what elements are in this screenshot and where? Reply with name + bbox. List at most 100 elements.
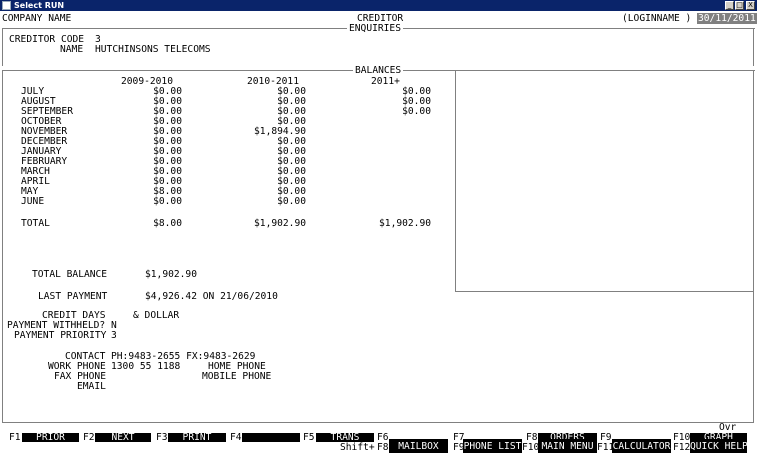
trans-button[interactable]: TRANS (316, 433, 374, 442)
month-label: NOVEMBER (21, 126, 68, 137)
balance-value-2010: $0.00 (277, 156, 306, 167)
main-menu-button[interactable]: MAIN MENU (538, 439, 597, 453)
window-titlebar: Select RUN _ □ X (0, 0, 757, 11)
shift-modifier-label: Shift+ (340, 442, 375, 453)
shift-f10-key: F10 (522, 442, 540, 453)
screen-title: CREDITOR (357, 13, 404, 24)
balance-value-2010: $0.00 (277, 106, 306, 117)
balance-value-2011: $0.00 (402, 86, 431, 97)
shift-f8-key: F8 (377, 442, 389, 453)
f1-key: F1 (9, 432, 21, 443)
balance-value-2010: $0.00 (277, 176, 306, 187)
balance-value-2009: $0.00 (153, 126, 182, 137)
month-label: JULY (21, 86, 45, 97)
calculator-button[interactable]: CALCULATOR (612, 439, 671, 453)
close-button[interactable]: X (746, 1, 755, 10)
f9-key: F9 (600, 432, 612, 443)
divider (2, 28, 3, 66)
balance-value-2009: $0.00 (153, 106, 182, 117)
month-label: MARCH (21, 166, 50, 177)
total-2009: $8.00 (153, 218, 182, 229)
login-name: (LOGINNAME ) (622, 13, 692, 24)
balance-value-2009: $0.00 (153, 166, 182, 177)
date-box: 30/11/2011 (697, 13, 757, 24)
balance-value-2011: $0.00 (402, 106, 431, 117)
creditor-code-label: CREDITOR CODE (9, 34, 85, 45)
payment-withheld-label: PAYMENT WITHHELD? (7, 320, 106, 331)
payment-priority-label: PAYMENT PRIORITY (14, 330, 107, 341)
work-phone-field[interactable]: 1300 55 1188 (111, 362, 180, 372)
balance-value-2009: $0.00 (153, 136, 182, 147)
balance-value-2010: $0.00 (277, 136, 306, 147)
contact-label: CONTACT (65, 351, 106, 362)
current-date: 30/11/2011 (697, 13, 757, 24)
f4-button[interactable] (242, 433, 300, 442)
f10-key: F10 (673, 432, 691, 443)
total-2011: $1,902.90 (379, 218, 431, 229)
f2-key: F2 (83, 432, 95, 443)
creditor-code-field[interactable]: 3 (95, 35, 101, 45)
balance-value-2010: $0.00 (277, 166, 306, 177)
divider (2, 70, 3, 422)
balance-value-2009: $0.00 (153, 86, 182, 97)
divider (2, 422, 754, 423)
f8-key: F8 (526, 432, 538, 443)
mobile-phone-label: MOBILE PHONE (202, 371, 272, 382)
balance-value-2009: $0.00 (153, 176, 182, 187)
balance-value-2010: $0.00 (277, 96, 306, 107)
f5-key: F5 (303, 432, 315, 443)
month-label: FEBRUARY (21, 156, 68, 167)
maximize-button[interactable]: □ (735, 1, 744, 10)
payment-withheld-field[interactable]: N (111, 321, 117, 331)
balance-value-2011: $0.00 (402, 96, 431, 107)
f3-key: F3 (156, 432, 168, 443)
balance-value-2009: $0.00 (153, 196, 182, 207)
column-header-2011-plus: 2011+ (371, 76, 400, 87)
column-header-2009-2010: 2009-2010 (121, 76, 173, 87)
contact-field[interactable]: PH:9483-2655 FX:9483-2629 (111, 352, 255, 362)
overtype-indicator: Ovr (719, 422, 737, 433)
f4-key: F4 (230, 432, 242, 443)
month-label: MAY (21, 186, 39, 197)
dollar-label: & DOLLAR (133, 310, 180, 321)
home-phone-label: HOME PHONE (208, 361, 266, 372)
quick-help-button[interactable]: QUICK HELP (690, 439, 748, 453)
month-label: JANUARY (21, 146, 62, 157)
balance-value-2009: $0.00 (153, 96, 182, 107)
month-label: OCTOBER (21, 116, 62, 127)
balance-value-2009: $8.00 (153, 186, 182, 197)
next-button[interactable]: NEXT (95, 433, 151, 442)
work-phone-label: WORK PHONE (48, 361, 106, 372)
balance-value-2010: $0.00 (277, 86, 306, 97)
last-payment-value: $4,926.42 ON 21/06/2010 (145, 291, 278, 302)
month-label: APRIL (21, 176, 50, 187)
f6-key: F6 (377, 432, 389, 443)
credit-days-label: CREDIT DAYS (42, 310, 106, 321)
balance-value-2009: $0.00 (153, 116, 182, 127)
balance-value-2010: $0.00 (277, 186, 306, 197)
balance-value-2010: $1,894.90 (254, 126, 306, 137)
balances-label: BALANCES (353, 65, 404, 76)
creditor-name-field[interactable]: HUTCHINSONS TELECOMS (95, 45, 211, 55)
divider (753, 28, 754, 66)
total-balance-value: $1,902.90 (145, 269, 197, 280)
mailbox-button[interactable]: MAILBOX (389, 439, 448, 453)
month-label: SEPTEMBER (21, 106, 73, 117)
month-label: AUGUST (21, 96, 56, 107)
month-label: DECEMBER (21, 136, 68, 147)
prior-button[interactable]: PRIOR (22, 433, 79, 442)
minimize-button[interactable]: _ (725, 1, 734, 10)
total-2010: $1,902.90 (254, 218, 306, 229)
shift-f12-key: F12 (673, 442, 691, 453)
balance-value-2009: $0.00 (153, 146, 182, 157)
phone-list-button[interactable]: PHONE LIST (463, 439, 522, 453)
balance-value-2010: $0.00 (277, 146, 306, 157)
month-label: JUNE (21, 196, 45, 207)
balance-value-2010: $0.00 (277, 196, 306, 207)
app-icon (2, 1, 11, 10)
print-button[interactable]: PRINT (168, 433, 226, 442)
total-label: TOTAL (21, 218, 50, 229)
payment-priority-field[interactable]: 3 (111, 331, 117, 341)
fax-phone-label: FAX PHONE (54, 371, 106, 382)
company-name: COMPANY NAME (2, 13, 72, 24)
